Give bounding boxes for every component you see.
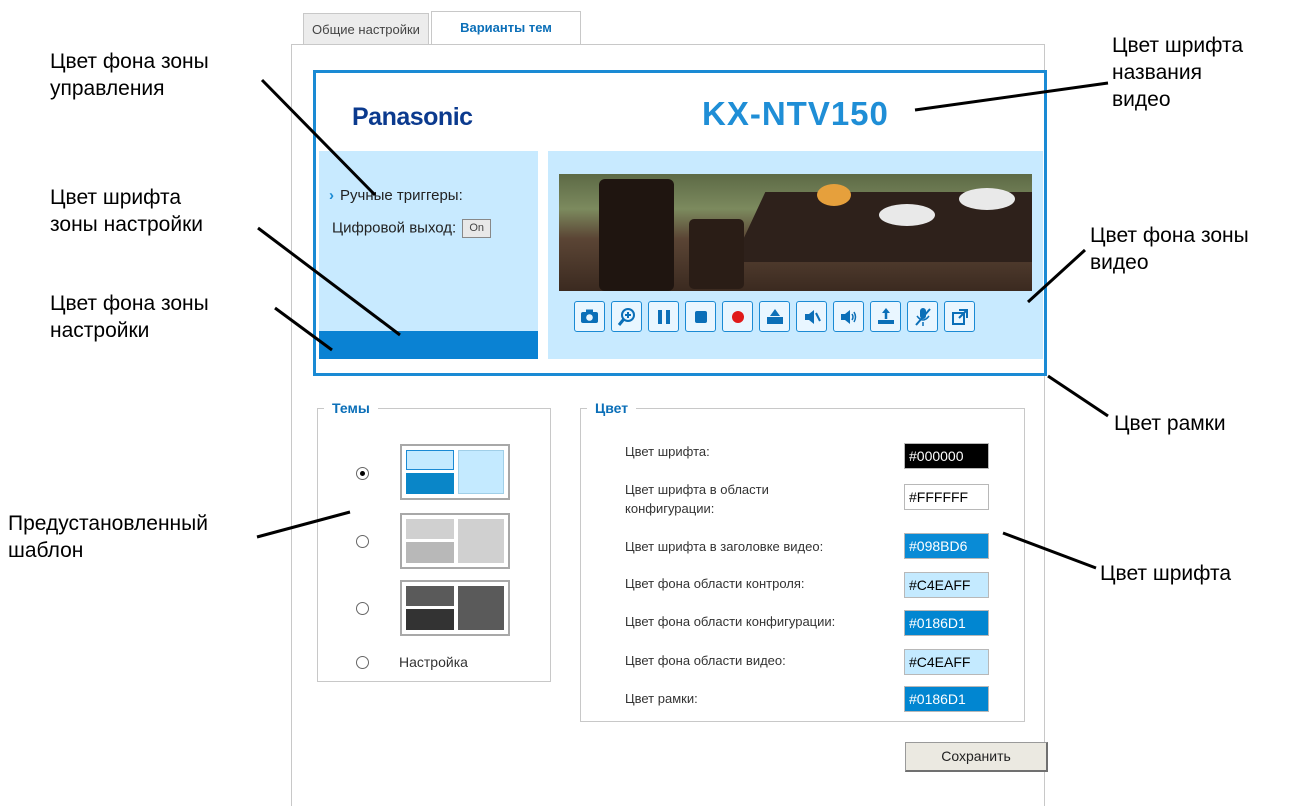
control-area: › Ручные триггеры: Цифровой выход: On bbox=[319, 151, 538, 359]
record-icon[interactable] bbox=[722, 301, 753, 332]
speaker-icon[interactable] bbox=[833, 301, 864, 332]
theme-radio-3[interactable] bbox=[356, 602, 369, 615]
stop-icon[interactable] bbox=[685, 301, 716, 332]
video-plate-shape bbox=[959, 188, 1015, 210]
thumb-video-block bbox=[458, 586, 504, 630]
thumb-config-block bbox=[406, 473, 454, 494]
video-title: KX-NTV150 bbox=[702, 95, 889, 132]
thumb-control-block bbox=[406, 586, 454, 606]
theme-radio-2[interactable] bbox=[356, 535, 369, 548]
callout-control-bg: Цвет фона зоны управления bbox=[50, 50, 209, 100]
video-title-font-color-input[interactable]: #098BD6 bbox=[904, 533, 989, 559]
video-image bbox=[559, 174, 1032, 291]
themes-legend: Темы bbox=[332, 400, 370, 416]
brand-logo: Panasonic bbox=[352, 103, 473, 131]
theme-thumbnail-3 bbox=[400, 580, 510, 636]
video-bg-color-label: Цвет фона области видео: bbox=[625, 653, 786, 668]
callout-font: Цвет шрифта bbox=[1100, 562, 1232, 585]
video-area bbox=[548, 151, 1043, 359]
save-button[interactable]: Сохранить bbox=[905, 742, 1048, 772]
theme-preview: Panasonic KX-NTV150 › Ручные триггеры: Ци… bbox=[313, 70, 1047, 376]
video-plate-shape bbox=[879, 204, 935, 226]
thumb-video-block bbox=[458, 450, 504, 494]
video-bg-color-input[interactable]: #C4EAFF bbox=[904, 649, 989, 675]
theme-custom-label: Настройка bbox=[399, 654, 468, 670]
control-bg-color-input[interactable]: #C4EAFF bbox=[904, 572, 989, 598]
video-chair-shape bbox=[599, 179, 674, 291]
tab-theme-options[interactable]: Варианты тем bbox=[431, 11, 581, 45]
manual-triggers-label: Ручные триггеры: bbox=[340, 187, 463, 204]
config-bg-color-input[interactable]: #0186D1 bbox=[904, 610, 989, 636]
control-bg-color-label: Цвет фона области контроля: bbox=[625, 576, 805, 591]
color-legend: Цвет bbox=[595, 400, 629, 416]
font-color-input[interactable]: #000000 bbox=[904, 443, 989, 469]
callout-video-bg: Цвет фона зоны видео bbox=[1090, 224, 1249, 274]
thumb-control-block bbox=[406, 450, 454, 470]
callout-video-title-font: Цвет шрифта названия видео bbox=[1112, 34, 1244, 111]
tab-general-settings[interactable]: Общие настройки bbox=[303, 13, 429, 45]
config-font-color-label: Цвет шрифта в области конфигурации: bbox=[625, 480, 835, 518]
video-chair-shape bbox=[689, 219, 744, 289]
digital-output-on-button[interactable]: On bbox=[462, 219, 492, 238]
config-font-color-input[interactable]: #FFFFFF bbox=[904, 484, 989, 510]
thumb-config-block bbox=[406, 609, 454, 630]
pause-icon[interactable] bbox=[648, 301, 679, 332]
callout-frame: Цвет рамки bbox=[1114, 412, 1226, 435]
video-title-font-color-label: Цвет шрифта в заголовке видео: bbox=[625, 539, 824, 554]
color-group: Цвет Цвет шрифта: #000000 Цвет шрифта в … bbox=[580, 400, 1025, 722]
theme-radio-1[interactable] bbox=[356, 467, 369, 480]
theme-radio-custom[interactable] bbox=[356, 656, 369, 669]
digital-output-row: Цифровой выход: On bbox=[332, 219, 492, 238]
callout-preset: Предустановленный шаблон bbox=[8, 512, 208, 562]
chevron-right-icon: › bbox=[329, 187, 334, 204]
mic-upload-icon[interactable] bbox=[870, 301, 901, 332]
video-fruit-shape bbox=[817, 184, 851, 206]
theme-thumbnail-2 bbox=[400, 513, 510, 569]
mic-mute-icon[interactable] bbox=[907, 301, 938, 332]
digital-output-label: Цифровой выход: bbox=[332, 219, 457, 237]
leader-frame bbox=[1047, 374, 1109, 418]
camera-icon[interactable] bbox=[574, 301, 605, 332]
font-color-label: Цвет шрифта: bbox=[625, 444, 710, 459]
popout-icon[interactable] bbox=[944, 301, 975, 332]
thumb-control-block bbox=[406, 519, 454, 539]
speaker-mute-icon[interactable] bbox=[796, 301, 827, 332]
config-bg-color-label: Цвет фона области конфигурации: bbox=[625, 614, 836, 629]
callout-config-font: Цвет шрифта зоны настройки bbox=[50, 186, 203, 236]
zoom-in-icon[interactable] bbox=[611, 301, 642, 332]
manual-triggers-row: › Ручные триггеры: bbox=[329, 187, 463, 204]
snapshot-icon[interactable] bbox=[759, 301, 790, 332]
thumb-config-block bbox=[406, 542, 454, 563]
thumb-video-block bbox=[458, 519, 504, 563]
config-font-color-label-text: Цвет шрифта в области конфигурации: bbox=[625, 482, 769, 516]
config-area bbox=[319, 331, 538, 359]
frame-color-label: Цвет рамки: bbox=[625, 691, 698, 706]
theme-thumbnail-1 bbox=[400, 444, 510, 500]
frame-color-input[interactable]: #0186D1 bbox=[904, 686, 989, 712]
callout-config-bg: Цвет фона зоны настройки bbox=[50, 292, 209, 342]
